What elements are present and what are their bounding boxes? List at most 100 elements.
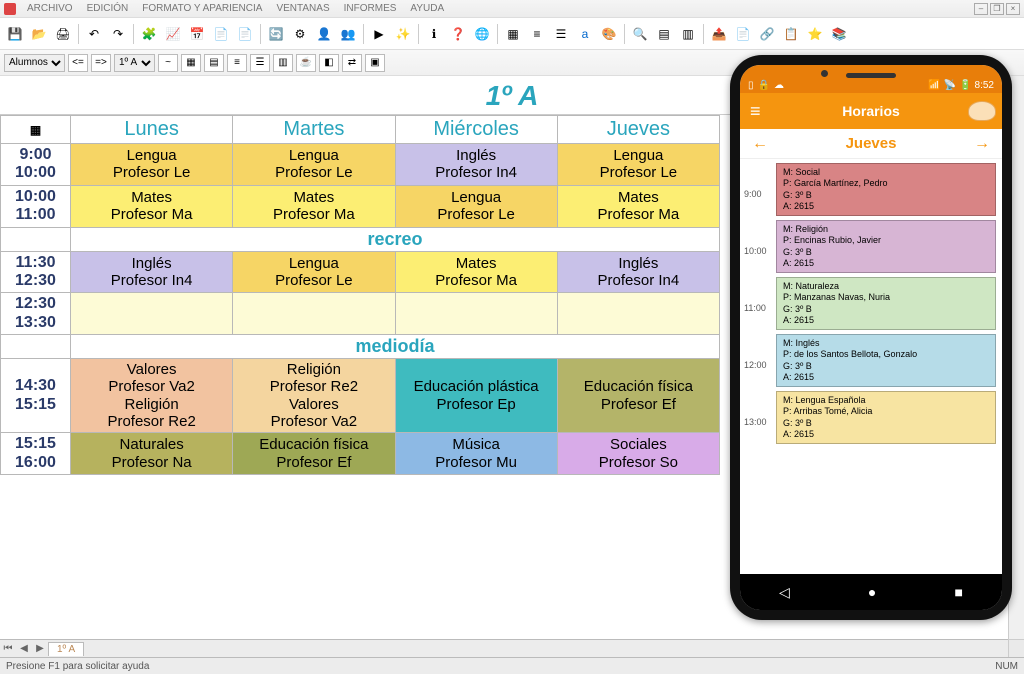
toolbar-save-icon[interactable]: 💾 [4, 23, 26, 45]
toolbar-help-icon[interactable]: ❓ [447, 23, 469, 45]
android-home-icon[interactable]: ● [868, 584, 876, 600]
timetable-cell[interactable]: InglésProfesor In4 [395, 144, 557, 186]
timetable-cell[interactable]: LenguaProfesor Le [233, 251, 395, 293]
filter-btn-7[interactable]: ☕ [296, 54, 316, 72]
timetable-cell[interactable]: MúsicaProfesor Mu [395, 433, 557, 475]
timetable-cell[interactable]: LenguaProfesor Le [395, 185, 557, 227]
sheet-tab-active[interactable]: 1º A [48, 642, 84, 656]
toolbar-play-icon[interactable]: ▶ [368, 23, 390, 45]
menu-formato[interactable]: FORMATO Y APARIENCIA [135, 3, 269, 14]
timetable-cell[interactable] [395, 293, 557, 335]
toolbar-doc-icon[interactable]: 📋 [780, 23, 802, 45]
timetable-cell[interactable]: ValoresProfesor Va2ReligiónProfesor Re2 [71, 359, 233, 433]
toolbar-color-icon[interactable]: 🎨 [598, 23, 620, 45]
toolbar-redo-icon[interactable]: ↷ [107, 23, 129, 45]
toolbar-page2-icon[interactable]: 📄 [234, 23, 256, 45]
toolbar-settings-icon[interactable]: ⚙ [289, 23, 311, 45]
timetable-cell[interactable]: Educación plásticaProfesor Ep [395, 359, 557, 433]
phone-schedule-row[interactable]: 11:00M: NaturalezaP: Manzanas Navas, Nur… [744, 277, 996, 330]
toolbar-share-icon[interactable]: 🔗 [756, 23, 778, 45]
toolbar-cols-icon[interactable]: ☰ [550, 23, 572, 45]
filter-btn-6[interactable]: ▥ [273, 54, 293, 72]
prev-button[interactable]: <= [68, 54, 88, 72]
dropdown-grupo[interactable]: 1º A [114, 54, 155, 72]
toolbar-font-icon[interactable]: a [574, 23, 596, 45]
hamburger-icon[interactable]: ≡ [750, 101, 761, 122]
filter-btn-8[interactable]: ◧ [319, 54, 339, 72]
menu-edicion[interactable]: EDICIÓN [80, 3, 136, 14]
tab-nav-prev[interactable]: ◀ [16, 643, 32, 654]
menu-ventanas[interactable]: VENTANAS [269, 3, 336, 14]
toolbar-star-icon[interactable]: ⭐ [804, 23, 826, 45]
toolbar-web-icon[interactable]: 🌐 [471, 23, 493, 45]
toolbar-pdf-icon[interactable]: 📄 [732, 23, 754, 45]
toolbar-undo-icon[interactable]: ↶ [83, 23, 105, 45]
tab-nav-first[interactable]: ⏮ [0, 643, 16, 654]
phone-schedule-row[interactable]: 12:00M: InglésP: de los Santos Bellota, … [744, 334, 996, 387]
prev-day-arrow[interactable]: ← [752, 135, 768, 153]
phone-lesson-card[interactable]: M: SocialP: García Martínez, PedroG: 3º … [776, 163, 996, 216]
android-back-icon[interactable]: ◁ [779, 584, 790, 601]
phone-lesson-card[interactable]: M: InglésP: de los Santos Bellota, Gonza… [776, 334, 996, 387]
timetable-cell[interactable]: LenguaProfesor Le [557, 144, 719, 186]
filter-btn-1[interactable]: ~ [158, 54, 178, 72]
filter-btn-4[interactable]: ≡ [227, 54, 247, 72]
toolbar-icon[interactable]: 📈 [162, 23, 184, 45]
phone-lesson-card[interactable]: M: ReligiónP: Encinas Rubio, JavierG: 3º… [776, 220, 996, 273]
next-button[interactable]: => [91, 54, 111, 72]
filter-btn-2[interactable]: ▦ [181, 54, 201, 72]
timetable-cell[interactable]: LenguaProfesor Le [233, 144, 395, 186]
timetable-cell[interactable]: MatesProfesor Ma [557, 185, 719, 227]
toolbar-icon[interactable]: 🧩 [138, 23, 160, 45]
toolbar-refresh-icon[interactable]: 🔄 [265, 23, 287, 45]
toolbar-user-icon[interactable]: 👤 [313, 23, 335, 45]
close-button[interactable]: × [1006, 3, 1020, 15]
phone-lesson-card[interactable]: M: NaturalezaP: Manzanas Navas, NuriaG: … [776, 277, 996, 330]
timetable-cell[interactable]: MatesProfesor Ma [71, 185, 233, 227]
timetable-cell[interactable]: MatesProfesor Ma [233, 185, 395, 227]
filter-btn-3[interactable]: ▤ [204, 54, 224, 72]
toolbar-export-icon[interactable]: 📤 [708, 23, 730, 45]
toolbar-open-icon[interactable]: 📂 [28, 23, 50, 45]
toolbar-users-icon[interactable]: 👥 [337, 23, 359, 45]
toolbar-book-icon[interactable]: 📚 [828, 23, 850, 45]
next-day-arrow[interactable]: → [974, 135, 990, 153]
toolbar-wand-icon[interactable]: ✨ [392, 23, 414, 45]
toolbar-calendar-icon[interactable]: 📅 [186, 23, 208, 45]
phone-schedule-list[interactable]: 9:00M: SocialP: García Martínez, PedroG:… [740, 159, 1002, 574]
timetable-cell[interactable]: ReligiónProfesor Re2ValoresProfesor Va2 [233, 359, 395, 433]
filter-btn-5[interactable]: ☰ [250, 54, 270, 72]
menu-informes[interactable]: INFORMES [337, 3, 404, 14]
phone-lesson-card[interactable]: M: Lengua EspañolaP: Arribas Tomé, Alici… [776, 391, 996, 444]
dropdown-tipo[interactable]: Alumnos [4, 54, 65, 72]
filter-btn-9[interactable]: ⇄ [342, 54, 362, 72]
phone-schedule-row[interactable]: 13:00M: Lengua EspañolaP: Arribas Tomé, … [744, 391, 996, 444]
menu-archivo[interactable]: ARCHIVO [20, 3, 80, 14]
timetable-cell[interactable]: Educación físicaProfesor Ef [557, 359, 719, 433]
minimize-button[interactable]: – [974, 3, 988, 15]
toolbar-print-icon[interactable]: 🖨 [52, 23, 74, 45]
timetable-cell[interactable] [233, 293, 395, 335]
android-recent-icon[interactable]: ■ [954, 584, 962, 600]
phone-schedule-row[interactable]: 9:00M: SocialP: García Martínez, PedroG:… [744, 163, 996, 216]
toolbar-rows-icon[interactable]: ≡ [526, 23, 548, 45]
timetable-cell[interactable] [557, 293, 719, 335]
toolbar-table-icon[interactable]: ▦ [502, 23, 524, 45]
timetable-cell[interactable]: MatesProfesor Ma [395, 251, 557, 293]
filter-btn-10[interactable]: ▣ [365, 54, 385, 72]
menu-ayuda[interactable]: AYUDA [403, 3, 451, 14]
toolbar-info-icon[interactable]: ℹ [423, 23, 445, 45]
toolbar-zoom-icon[interactable]: 🔍 [629, 23, 651, 45]
timetable-cell[interactable]: LenguaProfesor Le [71, 144, 233, 186]
toolbar-page-icon[interactable]: 📄 [210, 23, 232, 45]
toolbar-view-icon[interactable]: ▥ [677, 23, 699, 45]
phone-schedule-row[interactable]: 10:00M: ReligiónP: Encinas Rubio, Javier… [744, 220, 996, 273]
maximize-button[interactable]: ❐ [990, 3, 1004, 15]
toolbar-grid-icon[interactable]: ▤ [653, 23, 675, 45]
timetable-cell[interactable] [71, 293, 233, 335]
tab-nav-next[interactable]: ▶ [32, 643, 48, 654]
timetable-cell[interactable]: NaturalesProfesor Na [71, 433, 233, 475]
timetable-cell[interactable]: Educación físicaProfesor Ef [233, 433, 395, 475]
timetable-cell[interactable]: InglésProfesor In4 [557, 251, 719, 293]
corner-cell[interactable]: ▦ [1, 116, 71, 144]
